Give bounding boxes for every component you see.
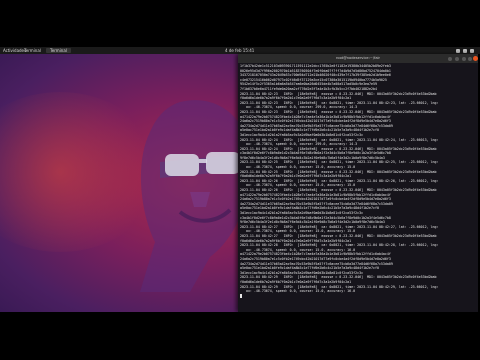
search-icon[interactable] <box>448 56 452 61</box>
terminal-titlebar[interactable]: root@nodeservice:~/fair <box>238 54 478 63</box>
maximize-icon[interactable] <box>468 56 472 61</box>
close-icon[interactable] <box>473 56 478 61</box>
power-icon[interactable] <box>470 48 474 53</box>
terminal-log-line: ox: -46.73674, speed: 0.0, course: 15.0,… <box>240 289 356 294</box>
top-panel: Actividades Terminal Terminal 4 de feb 1… <box>0 47 480 54</box>
terminal-cursor <box>240 293 242 298</box>
screen: Actividades Terminal Terminal 4 de feb 1… <box>0 0 480 360</box>
terminal-output[interactable]: 1f1b37b42de1c512103d093901711591112e2dcc… <box>240 64 476 310</box>
clock[interactable]: 4 de feb 15:41 <box>225 47 254 54</box>
mascot-illustration <box>140 100 238 292</box>
network-icon[interactable] <box>456 48 460 53</box>
app-menu[interactable]: Terminal <box>24 47 41 54</box>
desktop-wallpaper <box>0 52 238 312</box>
system-tray[interactable] <box>456 47 474 53</box>
volume-icon[interactable] <box>463 48 467 53</box>
minimize-icon[interactable] <box>462 56 466 61</box>
activities-button[interactable]: Actividades <box>3 47 26 54</box>
terminal-window[interactable]: root@nodeservice:~/fair 1f1b37b42de1c512… <box>238 54 478 312</box>
hamburger-menu-icon[interactable] <box>455 56 459 61</box>
terminal-title: root@nodeservice:~/fair <box>335 56 381 60</box>
taskbar-item-terminal[interactable]: Terminal <box>46 48 71 53</box>
